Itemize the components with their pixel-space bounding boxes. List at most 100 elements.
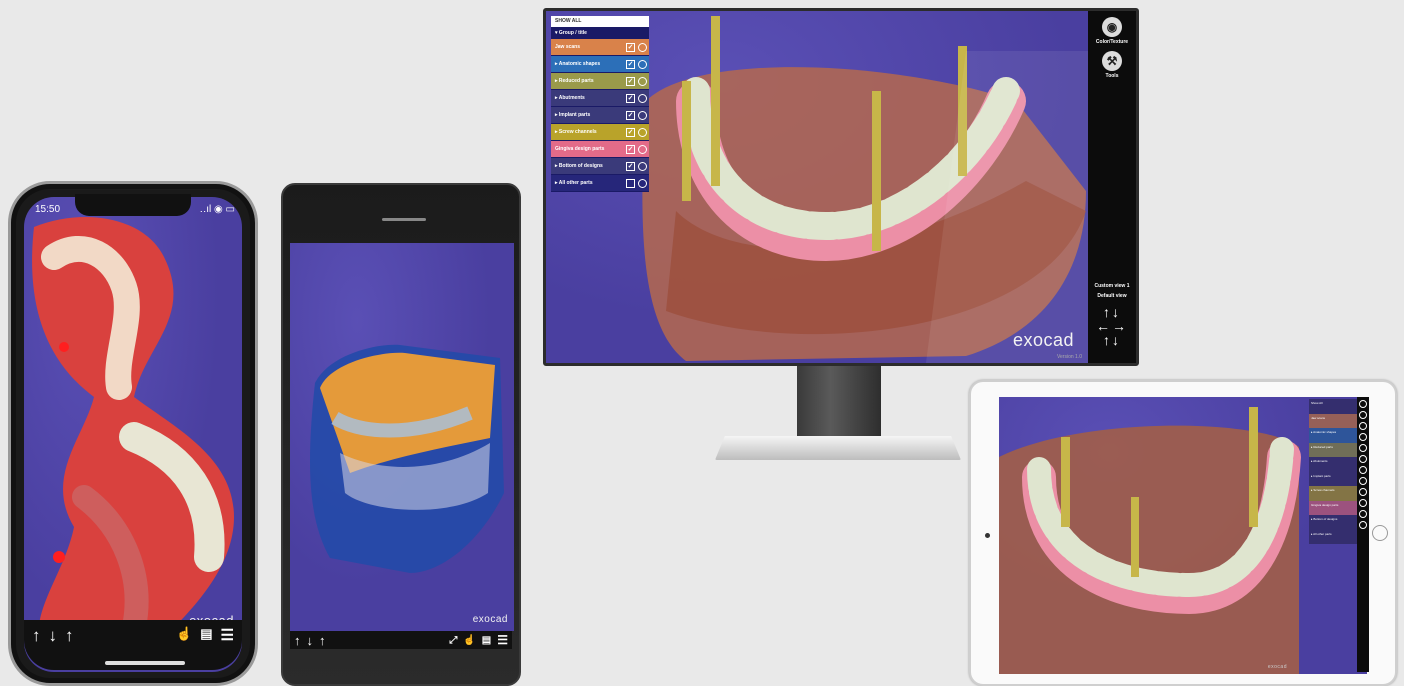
tablet-tool-icon[interactable] bbox=[1359, 400, 1367, 408]
tablet-tool-icon[interactable] bbox=[1359, 510, 1367, 518]
tablet-right-toolbar bbox=[1357, 397, 1369, 672]
legend-icon[interactable]: ▤ bbox=[200, 626, 212, 642]
touch-icon[interactable]: ☝ bbox=[463, 635, 475, 646]
visibility-checkbox[interactable]: ✓ bbox=[626, 127, 635, 137]
part-row-abutments[interactable]: ▸ Abutments ✓ bbox=[551, 90, 649, 107]
part-label: ▸ All other parts bbox=[555, 180, 593, 186]
visibility-checkbox[interactable]: ✓ bbox=[626, 59, 635, 69]
tablet-panel-row[interactable]: ▸ Implant parts bbox=[1309, 472, 1357, 487]
tablet-tool-icon[interactable] bbox=[1359, 422, 1367, 430]
legend-icon[interactable]: ▤ bbox=[482, 635, 491, 646]
rotate-up-icon[interactable]: ↑ bbox=[32, 626, 41, 646]
phone-time: 15:50 bbox=[35, 204, 61, 215]
phone-3d-viewport[interactable]: exocad bbox=[24, 197, 242, 672]
tablet-tool-icon[interactable] bbox=[1359, 444, 1367, 452]
android-device: exocad ↑ ↓ ↑ ⤢ ☝ ▤ ☰ bbox=[281, 183, 521, 686]
part-row-all-other-parts[interactable]: ▸ All other parts bbox=[551, 175, 649, 192]
tablet-panel-row[interactable]: Jaw scans bbox=[1309, 413, 1357, 428]
tablet-panel-row[interactable]: ▸ All other parts bbox=[1309, 530, 1357, 545]
monitor-stand-base bbox=[715, 436, 961, 460]
rotate-front-icon[interactable]: ↑↓ bbox=[1088, 333, 1136, 347]
part-row-jaw-scans[interactable]: Jaw scans ✓ bbox=[551, 39, 649, 56]
rotate-horizontal-icon[interactable]: ←→ bbox=[1088, 319, 1136, 333]
part-label: ▸ Implant parts bbox=[555, 112, 591, 118]
ipad-device: exocad Show All Jaw scans ▸ Anatomic sha… bbox=[969, 380, 1397, 686]
transparency-icon[interactable] bbox=[638, 144, 647, 154]
phone-status-icons: ‥ıl ◉ ▭ bbox=[199, 204, 235, 215]
transparency-icon[interactable] bbox=[638, 110, 647, 120]
tools-label: Tools bbox=[1105, 73, 1119, 79]
monitor-exocad-logo: exocad bbox=[1012, 330, 1074, 350]
menu-icon[interactable]: ☰ bbox=[497, 633, 508, 647]
tools-icon[interactable]: ⚒ bbox=[1102, 51, 1122, 71]
touch-icon[interactable]: ☝ bbox=[176, 626, 192, 642]
tablet-tool-icon[interactable] bbox=[1359, 521, 1367, 529]
part-label: ▸ Reduced parts bbox=[555, 78, 594, 84]
tablet-panel-row[interactable]: ▸ Bottom of designs bbox=[1309, 515, 1357, 530]
monitor-stand-neck bbox=[797, 366, 881, 438]
tablet-exocad-logo: exocad bbox=[1267, 664, 1287, 670]
transparency-icon[interactable] bbox=[638, 42, 647, 52]
visibility-checkbox[interactable]: ✓ bbox=[626, 42, 635, 52]
tablet-tool-icon[interactable] bbox=[1359, 488, 1367, 496]
part-row-anatomic-shapes[interactable]: ▸ Anatomic shapes ✓ bbox=[551, 56, 649, 73]
rotate-down-icon[interactable]: ↓ bbox=[307, 633, 314, 648]
version-label: Version 1.0 bbox=[1056, 354, 1082, 360]
transparency-icon[interactable] bbox=[638, 76, 647, 86]
visibility-checkbox[interactable]: ✓ bbox=[626, 110, 635, 120]
tablet-camera bbox=[985, 533, 990, 538]
part-row-screw-channels[interactable]: ▸ Screw channels ✓ bbox=[551, 124, 649, 141]
part-row-bottom-of-designs[interactable]: ▸ Bottom of designs ✓ bbox=[551, 158, 649, 175]
group-header[interactable]: ▾ Group / title bbox=[551, 27, 649, 39]
visibility-checkbox[interactable]: ✓ bbox=[626, 161, 635, 171]
tablet-panel-row[interactable]: ▸ Abutments bbox=[1309, 457, 1357, 472]
transparency-icon[interactable] bbox=[638, 178, 647, 188]
part-label: Gingiva design parts bbox=[555, 146, 605, 152]
phone-home-indicator bbox=[105, 661, 185, 665]
default-view-button[interactable]: Default view bbox=[1088, 293, 1136, 299]
visibility-checkbox[interactable]: ✓ bbox=[626, 76, 635, 86]
custom-view-button[interactable]: Custom view 1 bbox=[1088, 283, 1136, 289]
part-label: ▸ Abutments bbox=[555, 95, 585, 101]
tablet-tool-icon[interactable] bbox=[1359, 466, 1367, 474]
visibility-checkbox[interactable] bbox=[626, 178, 635, 188]
tablet-tool-icon[interactable] bbox=[1359, 499, 1367, 507]
android-model-render bbox=[310, 344, 504, 573]
tablet-panel-row[interactable]: ▸ Screw channels bbox=[1309, 486, 1357, 501]
transparency-icon[interactable] bbox=[638, 93, 647, 103]
visibility-checkbox[interactable]: ✓ bbox=[626, 144, 635, 154]
tablet-tool-icon[interactable] bbox=[1359, 433, 1367, 441]
rotate-front-icon[interactable]: ↑ bbox=[319, 633, 326, 648]
rotate-front-icon[interactable]: ↑ bbox=[65, 626, 74, 646]
tablet-parts-panel: Show All Jaw scans ▸ Anatomic shapes ▸ R… bbox=[1309, 399, 1357, 544]
transparency-icon[interactable] bbox=[638, 161, 647, 171]
android-3d-viewport[interactable]: exocad bbox=[290, 243, 514, 631]
show-all-button[interactable]: SHOW ALL bbox=[551, 16, 649, 27]
monitor-right-toolbar: ◉ Color/Texture ⚒ Tools Custom view 1 De… bbox=[1088, 11, 1136, 363]
android-bottom-toolbar: ↑ ↓ ↑ ⤢ ☝ ▤ ☰ bbox=[290, 631, 512, 649]
transparency-icon[interactable] bbox=[638, 59, 647, 69]
palette-icon[interactable]: ◉ bbox=[1102, 17, 1122, 37]
tablet-panel-row[interactable]: ▸ Anatomic shapes bbox=[1309, 428, 1357, 443]
rotate-up-icon[interactable]: ↑ bbox=[294, 633, 301, 648]
part-row-gingiva-design-parts[interactable]: Gingiva design parts ✓ bbox=[551, 141, 649, 158]
tablet-panel-row[interactable]: ▸ Reduced parts bbox=[1309, 442, 1357, 457]
rotate-vertical-icon[interactable]: ↑↓ bbox=[1088, 305, 1136, 319]
tablet-panel-row[interactable]: Show All bbox=[1309, 399, 1357, 414]
group-title: ▾ Group / title bbox=[555, 29, 587, 36]
android-exocad-logo: exocad bbox=[472, 614, 508, 625]
tablet-tool-icon[interactable] bbox=[1359, 411, 1367, 419]
iphone-device: 15:50 ‥ıl ◉ ▭ exocad ↑ ↓ ↑ ☝ ▤ ☰ bbox=[8, 181, 258, 686]
expand-icon[interactable]: ⤢ bbox=[449, 635, 457, 646]
tablet-tool-icon[interactable] bbox=[1359, 477, 1367, 485]
visibility-checkbox[interactable]: ✓ bbox=[626, 93, 635, 103]
tablet-tool-icon[interactable] bbox=[1359, 455, 1367, 463]
part-row-implant-parts[interactable]: ▸ Implant parts ✓ bbox=[551, 107, 649, 124]
rotate-down-icon[interactable]: ↓ bbox=[49, 626, 58, 646]
menu-icon[interactable]: ☰ bbox=[221, 626, 234, 644]
tablet-panel-row[interactable]: Gingiva design parts bbox=[1309, 500, 1357, 515]
part-row-reduced-parts[interactable]: ▸ Reduced parts ✓ bbox=[551, 73, 649, 90]
phone-jaw-scan bbox=[32, 217, 235, 657]
tablet-home-button[interactable] bbox=[1372, 525, 1388, 541]
transparency-icon[interactable] bbox=[638, 127, 647, 137]
